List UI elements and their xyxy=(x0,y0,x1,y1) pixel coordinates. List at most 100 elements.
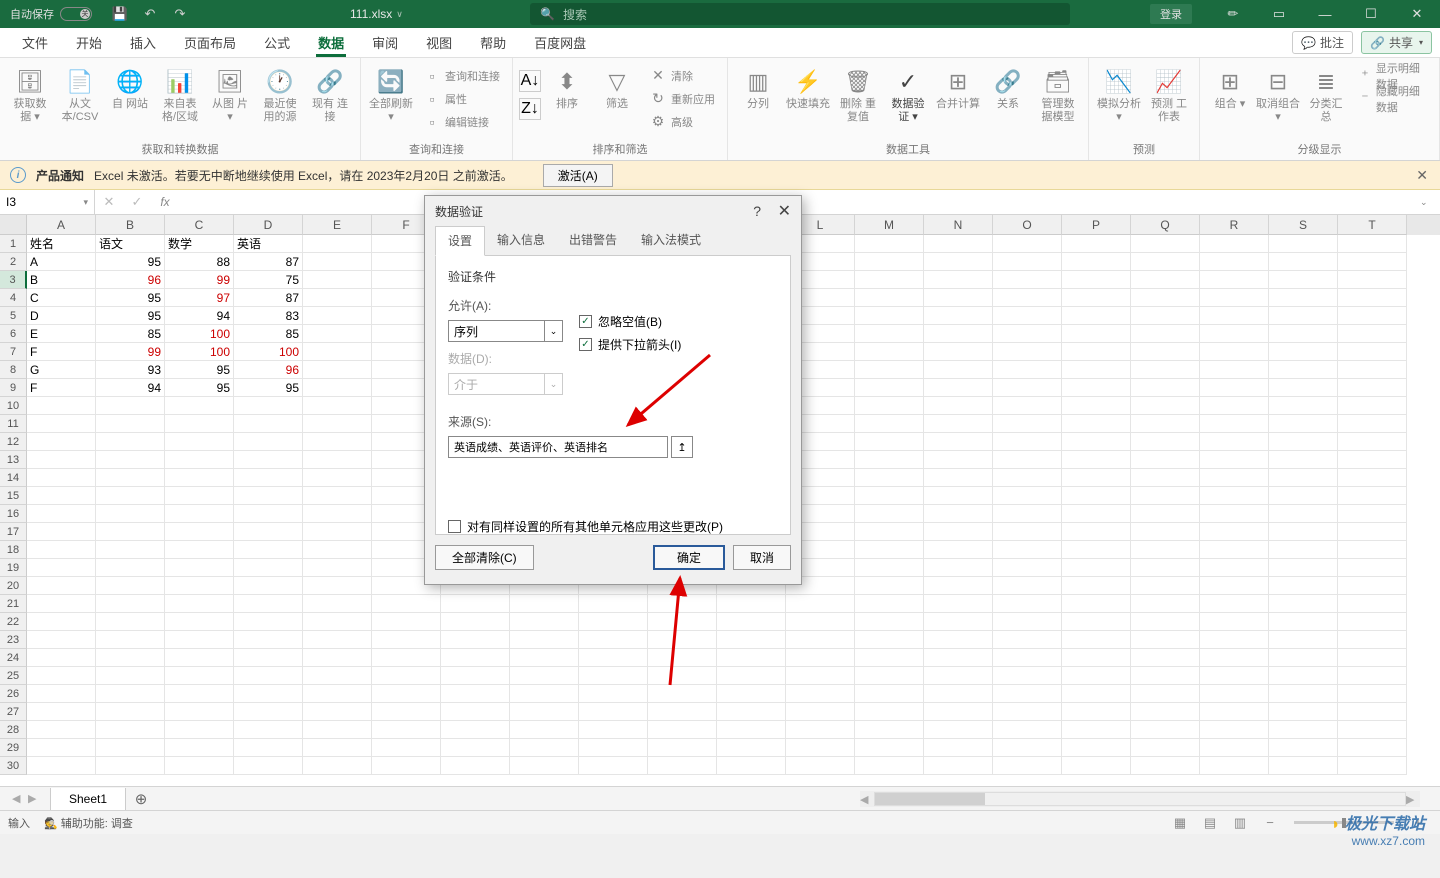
cell[interactable] xyxy=(1131,721,1200,739)
cell[interactable] xyxy=(234,523,303,541)
cell[interactable] xyxy=(1338,271,1407,289)
cell[interactable]: 数学 xyxy=(165,235,234,253)
sort-desc-icon[interactable]: Z↓ xyxy=(519,98,541,120)
cell[interactable] xyxy=(303,415,372,433)
cell[interactable] xyxy=(27,505,96,523)
cell[interactable] xyxy=(786,739,855,757)
cell[interactable] xyxy=(855,613,924,631)
cell[interactable] xyxy=(165,721,234,739)
cell[interactable]: A xyxy=(27,253,96,271)
cell[interactable]: 95 xyxy=(234,379,303,397)
col-header[interactable]: Q xyxy=(1131,215,1200,235)
cell[interactable] xyxy=(993,577,1062,595)
cell[interactable] xyxy=(1338,469,1407,487)
cell[interactable] xyxy=(96,649,165,667)
cell[interactable]: 85 xyxy=(96,325,165,343)
cell[interactable] xyxy=(1131,271,1200,289)
cell[interactable] xyxy=(855,433,924,451)
cell[interactable] xyxy=(165,469,234,487)
cell[interactable] xyxy=(993,613,1062,631)
cell[interactable]: 75 xyxy=(234,271,303,289)
cancel-button[interactable]: 取消 xyxy=(733,545,791,570)
cell[interactable] xyxy=(1062,325,1131,343)
data-tool-1[interactable]: ⚡快速填充 xyxy=(784,64,832,139)
cell[interactable]: 100 xyxy=(234,343,303,361)
cell[interactable]: 100 xyxy=(165,343,234,361)
cell[interactable] xyxy=(855,451,924,469)
cell[interactable] xyxy=(993,505,1062,523)
cell[interactable] xyxy=(579,613,648,631)
cell[interactable] xyxy=(96,631,165,649)
scroll-right-icon[interactable]: ▶ xyxy=(1406,793,1420,806)
cell[interactable] xyxy=(441,631,510,649)
cell[interactable] xyxy=(1062,523,1131,541)
cell[interactable] xyxy=(441,721,510,739)
cell[interactable] xyxy=(1269,289,1338,307)
outline-sub-1[interactable]: ⁻隐藏明细数据 xyxy=(1352,87,1433,110)
cell[interactable] xyxy=(441,649,510,667)
cell[interactable] xyxy=(717,667,786,685)
cell[interactable] xyxy=(1269,271,1338,289)
cell[interactable] xyxy=(27,397,96,415)
cell[interactable]: 95 xyxy=(96,289,165,307)
cell[interactable]: 95 xyxy=(165,361,234,379)
cell[interactable] xyxy=(1200,343,1269,361)
cell[interactable] xyxy=(924,721,993,739)
cell[interactable] xyxy=(924,397,993,415)
cell[interactable] xyxy=(786,631,855,649)
cell[interactable]: C xyxy=(27,289,96,307)
cell[interactable]: 95 xyxy=(165,379,234,397)
cell[interactable] xyxy=(303,397,372,415)
cell[interactable] xyxy=(1131,613,1200,631)
cell[interactable] xyxy=(96,397,165,415)
range-picker-icon[interactable]: ↥ xyxy=(671,436,693,458)
cell[interactable] xyxy=(234,451,303,469)
cell[interactable] xyxy=(372,613,441,631)
cell[interactable] xyxy=(993,307,1062,325)
cell[interactable] xyxy=(303,505,372,523)
cell[interactable] xyxy=(234,595,303,613)
row-header[interactable]: 17 xyxy=(0,523,27,541)
notification-close-icon[interactable]: ✕ xyxy=(1416,167,1428,184)
cell[interactable] xyxy=(648,667,717,685)
cell[interactable] xyxy=(993,361,1062,379)
col-header[interactable]: T xyxy=(1338,215,1407,235)
ribbon-tab-7[interactable]: 视图 xyxy=(412,28,466,57)
cell[interactable] xyxy=(1338,613,1407,631)
cell[interactable] xyxy=(165,523,234,541)
cell[interactable] xyxy=(924,253,993,271)
cell[interactable] xyxy=(855,739,924,757)
cell[interactable] xyxy=(924,379,993,397)
cell[interactable] xyxy=(1062,397,1131,415)
cell[interactable] xyxy=(165,739,234,757)
get-data-item-3[interactable]: 📊来自表 格/区域 xyxy=(156,64,204,139)
cell[interactable] xyxy=(303,325,372,343)
cell[interactable] xyxy=(1269,577,1338,595)
cell[interactable] xyxy=(1200,397,1269,415)
cell[interactable] xyxy=(1131,559,1200,577)
cell[interactable] xyxy=(1338,649,1407,667)
filter-sub-1[interactable]: ↻重新应用 xyxy=(643,87,721,110)
cell[interactable] xyxy=(27,739,96,757)
share-button[interactable]: 🔗共享▾ xyxy=(1361,31,1432,54)
undo-icon[interactable]: ↶ xyxy=(142,6,158,22)
cell[interactable] xyxy=(717,649,786,667)
cell[interactable] xyxy=(924,739,993,757)
cell[interactable] xyxy=(855,307,924,325)
ribbon-tab-9[interactable]: 百度网盘 xyxy=(520,28,600,57)
ribbon-tab-4[interactable]: 公式 xyxy=(250,28,304,57)
cell[interactable] xyxy=(441,667,510,685)
get-data-item-1[interactable]: 📄从文 本/CSV xyxy=(56,64,104,139)
cell[interactable] xyxy=(924,667,993,685)
cell[interactable] xyxy=(855,757,924,775)
cell[interactable] xyxy=(1338,307,1407,325)
cell[interactable] xyxy=(579,667,648,685)
cell[interactable] xyxy=(1338,703,1407,721)
cell[interactable] xyxy=(1131,361,1200,379)
cell[interactable] xyxy=(855,667,924,685)
cell[interactable] xyxy=(234,757,303,775)
activate-button[interactable]: 激活(A) xyxy=(543,164,613,187)
cell[interactable] xyxy=(1269,721,1338,739)
cell[interactable] xyxy=(303,523,372,541)
data-tool-4[interactable]: ⊞合并计算 xyxy=(934,64,982,139)
